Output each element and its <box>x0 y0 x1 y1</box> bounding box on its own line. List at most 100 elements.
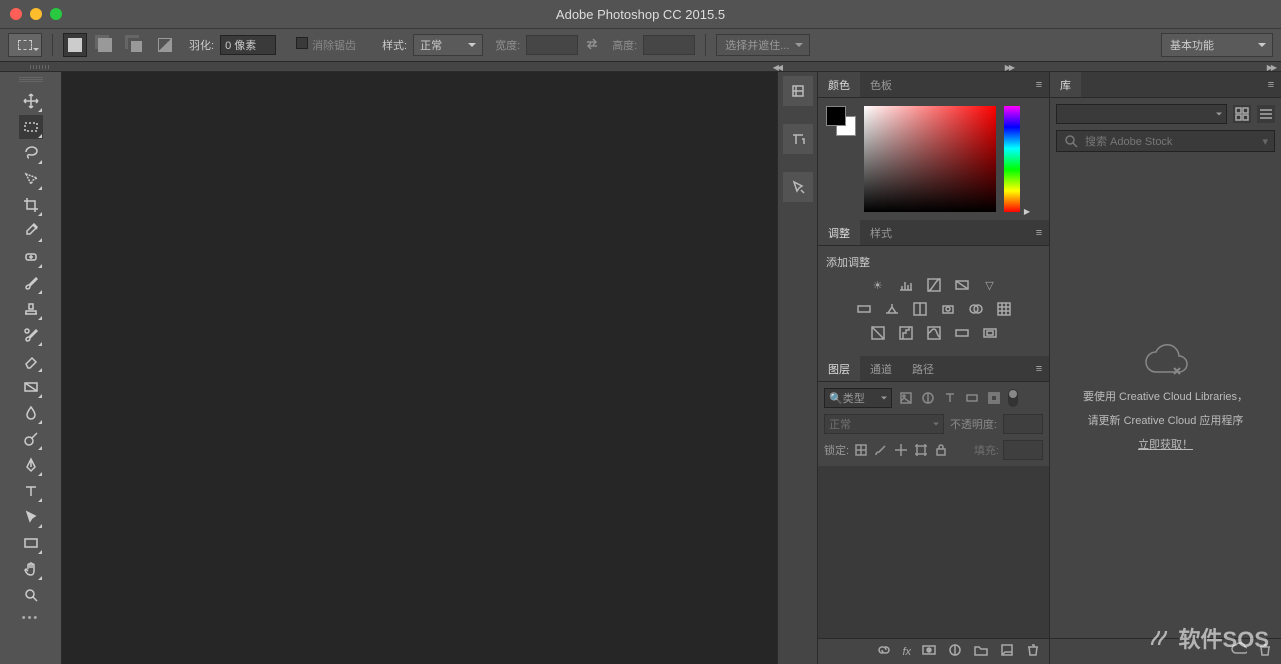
lock-artboard-icon[interactable] <box>913 442 929 458</box>
styles-tab[interactable]: 样式 <box>860 220 902 245</box>
selection-new-button[interactable] <box>63 33 87 57</box>
libraries-get-link[interactable]: 立即获取！ <box>1138 436 1193 452</box>
stamp-tool[interactable] <box>19 297 43 321</box>
collapse-arrow-icon[interactable]: ▶▶ <box>1005 63 1013 72</box>
workspace-select[interactable]: 基本功能 <box>1161 33 1273 57</box>
stock-search-input[interactable]: 搜索 Adobe Stock ▾ <box>1056 130 1275 152</box>
gradient-map-icon[interactable] <box>953 324 971 342</box>
panel-menu-icon[interactable]: ≡ <box>1029 72 1049 97</box>
zoom-tool[interactable] <box>19 583 43 607</box>
threshold-icon[interactable] <box>925 324 943 342</box>
style-select[interactable]: 正常 <box>413 34 483 56</box>
list-view-icon[interactable] <box>1257 105 1275 123</box>
color-balance-icon[interactable] <box>883 300 901 318</box>
new-layer-icon[interactable] <box>999 642 1015 661</box>
lock-transparent-icon[interactable] <box>853 442 869 458</box>
filter-adjust-icon[interactable] <box>920 390 936 406</box>
fg-bg-swatches[interactable] <box>826 106 856 136</box>
minimize-button[interactable] <box>30 8 42 20</box>
selective-color-icon[interactable] <box>981 324 999 342</box>
panel-menu-icon[interactable]: ≡ <box>1029 220 1049 245</box>
healing-tool[interactable] <box>19 245 43 269</box>
delete-icon[interactable] <box>1257 642 1273 661</box>
paragraph-panel-icon[interactable] <box>783 172 813 202</box>
exposure-icon[interactable] <box>953 276 971 294</box>
libraries-tab[interactable]: 库 <box>1050 72 1081 97</box>
brightness-icon[interactable]: ☀ <box>869 276 887 294</box>
select-and-mask-button[interactable]: 选择并遮住... <box>716 34 810 56</box>
layers-list[interactable] <box>818 466 1049 638</box>
posterize-icon[interactable] <box>897 324 915 342</box>
lock-position-icon[interactable] <box>893 442 909 458</box>
hue-strip[interactable] <box>1004 106 1020 212</box>
pen-tool[interactable] <box>19 453 43 477</box>
filter-toggle[interactable] <box>1008 389 1018 407</box>
photo-filter-icon[interactable] <box>939 300 957 318</box>
brush-tool[interactable] <box>19 271 43 295</box>
fg-color[interactable] <box>826 106 846 126</box>
swatches-tab[interactable]: 色板 <box>860 72 902 97</box>
saturation-field[interactable] <box>864 106 996 212</box>
options-bar: 羽化: 消除锯齿 样式: 正常 宽度: 高度: 选择并遮住... 基本功能 <box>0 28 1281 62</box>
hue-icon[interactable] <box>855 300 873 318</box>
collapse-arrow-icon[interactable]: ◀◀ <box>773 63 781 72</box>
paths-tab[interactable]: 路径 <box>902 356 944 381</box>
canvas-area[interactable] <box>62 72 777 664</box>
blur-tool[interactable] <box>19 401 43 425</box>
move-tool[interactable] <box>19 89 43 113</box>
levels-icon[interactable] <box>897 276 915 294</box>
eraser-tool[interactable] <box>19 349 43 373</box>
feather-input[interactable] <box>220 35 276 55</box>
maximize-button[interactable] <box>50 8 62 20</box>
character-panel-icon[interactable] <box>783 124 813 154</box>
fx-icon[interactable]: fx <box>902 646 911 658</box>
type-tool[interactable] <box>19 479 43 503</box>
dodge-tool[interactable] <box>19 427 43 451</box>
curves-icon[interactable] <box>925 276 943 294</box>
eyedropper-tool[interactable] <box>19 219 43 243</box>
marquee-tool[interactable] <box>19 115 43 139</box>
bw-icon[interactable] <box>911 300 929 318</box>
layers-tab[interactable]: 图层 <box>818 356 860 381</box>
link-layers-icon[interactable] <box>876 642 892 661</box>
crop-tool[interactable] <box>19 193 43 217</box>
gradient-tool[interactable] <box>19 375 43 399</box>
panel-menu-icon[interactable]: ≡ <box>1261 72 1281 97</box>
filter-shape-icon[interactable] <box>964 390 980 406</box>
group-icon[interactable] <box>973 642 989 661</box>
selection-intersect-button[interactable] <box>153 33 177 57</box>
adjustments-tab[interactable]: 调整 <box>818 220 860 245</box>
grid-view-icon[interactable] <box>1233 105 1251 123</box>
tool-preset-picker[interactable] <box>8 33 42 57</box>
channels-tab[interactable]: 通道 <box>860 356 902 381</box>
lock-pixels-icon[interactable] <box>873 442 889 458</box>
filter-type-icon[interactable] <box>942 390 958 406</box>
hand-tool[interactable] <box>19 557 43 581</box>
quick-select-tool[interactable] <box>19 167 43 191</box>
filter-smart-icon[interactable] <box>986 390 1002 406</box>
color-tab[interactable]: 颜色 <box>818 72 860 97</box>
invert-icon[interactable] <box>869 324 887 342</box>
vibrance-icon[interactable]: ▽ <box>981 276 999 294</box>
mask-icon[interactable] <box>921 642 937 661</box>
layer-filter-select[interactable]: 🔍 类型 <box>824 388 892 408</box>
channel-mixer-icon[interactable] <box>967 300 985 318</box>
cloud-sync-icon[interactable] <box>1231 642 1247 661</box>
filter-pixel-icon[interactable] <box>898 390 914 406</box>
color-lookup-icon[interactable] <box>995 300 1013 318</box>
path-select-tool[interactable] <box>19 505 43 529</box>
panel-menu-icon[interactable]: ≡ <box>1029 356 1049 381</box>
selection-add-button[interactable] <box>93 33 117 57</box>
history-brush-tool[interactable] <box>19 323 43 347</box>
rectangle-tool[interactable] <box>19 531 43 555</box>
lasso-tool[interactable] <box>19 141 43 165</box>
collapse-arrow-icon[interactable]: ▶▶ <box>1267 63 1275 72</box>
library-select[interactable] <box>1056 104 1227 124</box>
selection-subtract-button[interactable] <box>123 33 147 57</box>
adjustment-layer-icon[interactable] <box>947 642 963 661</box>
close-button[interactable] <box>10 8 22 20</box>
delete-icon[interactable] <box>1025 642 1041 661</box>
more-tools-icon[interactable]: ••• <box>22 612 40 624</box>
history-panel-icon[interactable] <box>783 76 813 106</box>
lock-all-icon[interactable] <box>933 442 949 458</box>
